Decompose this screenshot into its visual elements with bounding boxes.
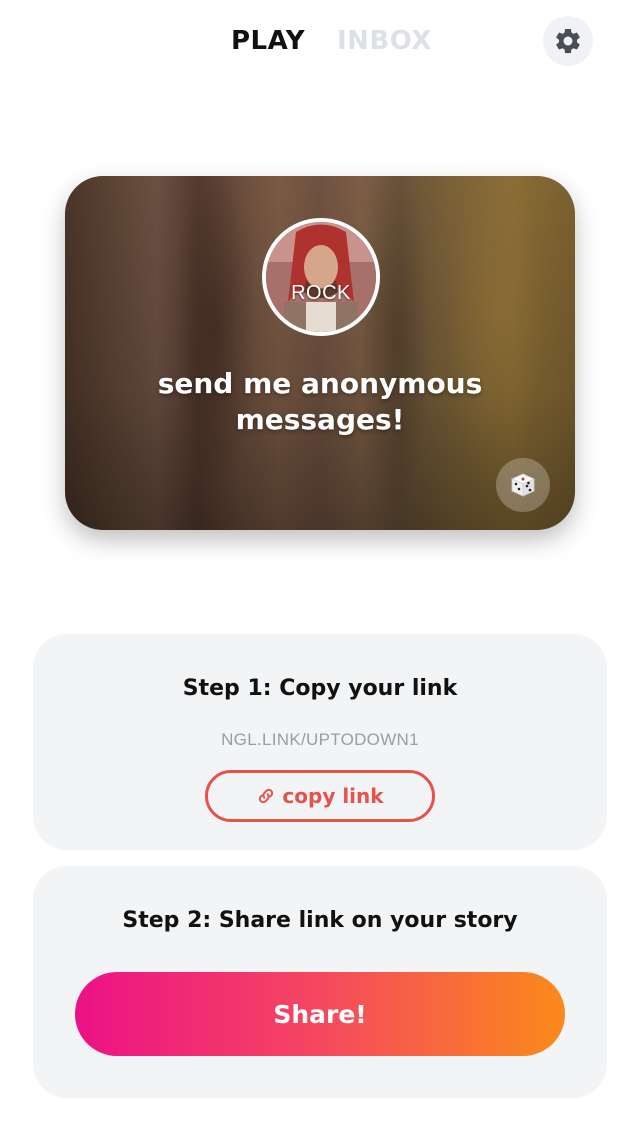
tab-play[interactable]: PLAY [231, 26, 305, 56]
step1-card: Step 1: Copy your link NGL.LINK/UPTODOWN… [33, 634, 607, 850]
profile-card: ROCK send me anonymous messages! [65, 176, 575, 530]
gear-icon [556, 28, 580, 54]
step2-title: Step 2: Share link on your story [122, 908, 518, 933]
share-button[interactable]: Share! [75, 972, 565, 1056]
shuffle-button[interactable] [496, 458, 550, 512]
copy-link-button[interactable]: copy link [205, 770, 435, 822]
dice-icon [511, 473, 535, 497]
tab-inbox[interactable]: INBOX [337, 26, 432, 56]
step2-card: Step 2: Share link on your story Share! [33, 866, 607, 1098]
avatar: ROCK [262, 218, 380, 336]
step1-title: Step 1: Copy your link [182, 676, 458, 701]
avatar-caption: ROCK [291, 282, 351, 304]
avatar-photo [266, 222, 376, 332]
settings-button[interactable] [543, 16, 593, 66]
card-title: send me anonymous messages! [157, 367, 483, 436]
copy-link-label: copy link [282, 784, 384, 808]
link-icon [259, 788, 274, 804]
top-nav: PLAY INBOX [0, 0, 640, 84]
profile-link: NGL.LINK/UPTODOWN1 [221, 730, 419, 749]
